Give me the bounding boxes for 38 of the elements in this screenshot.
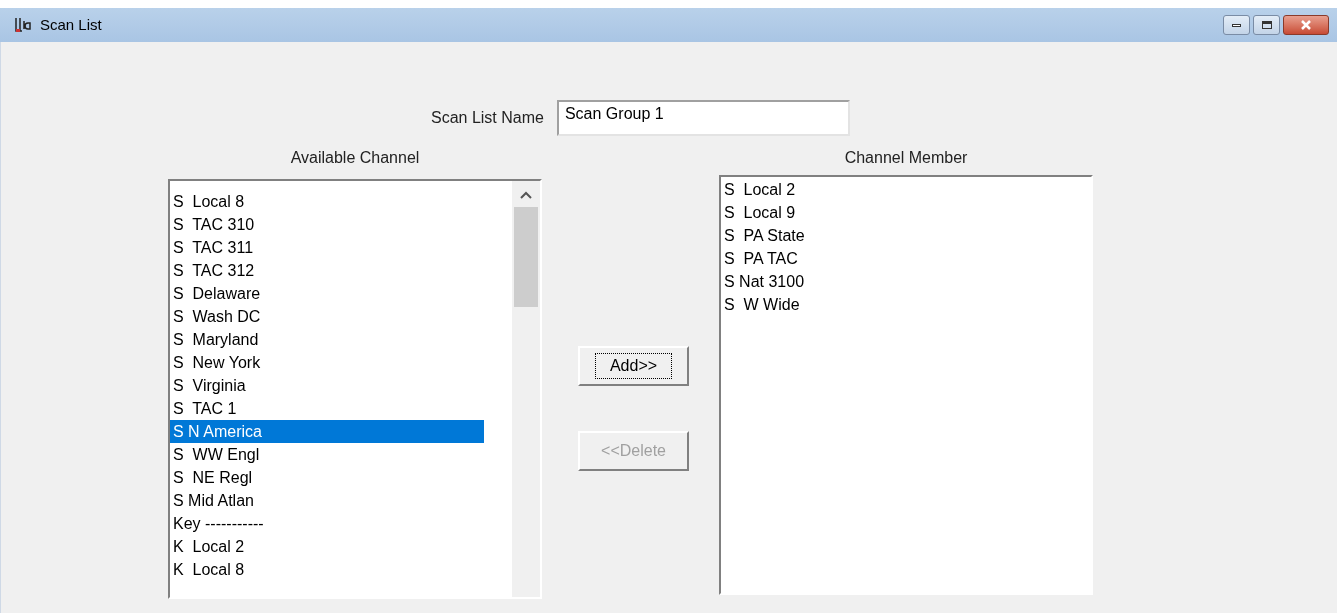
field-label: Scan List Name — [431, 108, 544, 128]
maximize-button[interactable] — [1253, 15, 1280, 35]
list-item[interactable]: S WW Engl — [170, 443, 484, 466]
list-item[interactable]: S Local 2 — [721, 178, 796, 201]
scroll-thumb[interactable] — [514, 207, 538, 307]
list-item[interactable]: S Local 8 — [170, 190, 484, 213]
list-item[interactable]: S N America — [170, 420, 484, 443]
close-icon — [1300, 20, 1312, 30]
list-item[interactable]: K Local 2 — [170, 535, 484, 558]
list-item[interactable]: S Wash DC — [170, 305, 484, 328]
minimize-button[interactable] — [1223, 15, 1250, 35]
list-item[interactable]: S Virginia — [170, 374, 484, 397]
list-item[interactable]: S Local 9 — [721, 201, 796, 224]
list-item[interactable]: S NE Regl — [170, 466, 484, 489]
list-item[interactable]: S TAC 311 — [170, 236, 484, 259]
close-button[interactable] — [1283, 15, 1329, 35]
app-icon — [14, 17, 34, 33]
window-title: Scan List — [40, 14, 102, 35]
list-item[interactable]: K Local 8 — [170, 558, 484, 581]
list-title: Channel Member — [844, 148, 968, 168]
add-button[interactable]: Add>> — [578, 346, 689, 386]
scrollbar[interactable] — [512, 181, 540, 597]
list-item[interactable]: S Delaware — [170, 282, 484, 305]
list-item[interactable]: Key ----------- — [170, 512, 484, 535]
list-item[interactable]: S PA TAC — [721, 247, 798, 270]
list-item[interactable]: S TAC 310 — [170, 213, 484, 236]
list-item[interactable]: S Mid Atlan — [170, 489, 484, 512]
name-field[interactable]: Scan Group 1 — [556, 100, 850, 136]
list-item[interactable]: S PA State — [721, 224, 805, 247]
member-list[interactable]: S Local 2 S Local 9 S PA State S PA TAC S Nat 3100 S W Wide — [719, 175, 1093, 595]
list-item[interactable]: S W Wide — [721, 293, 800, 316]
list-item[interactable]: S TAC 312 — [170, 259, 484, 282]
list-item[interactable]: S New York — [170, 351, 484, 374]
list-item[interactable]: S Nat 3100 — [721, 270, 805, 293]
available-list[interactable]: S Local 8 S TAC 310 S TAC 311 S TAC 312 S Delaware S Wash DC S Maryland S New York S Virginia S TAC 1 S N America S WW Engl S NE Regl S Mid Atlan Key ----------- K Local 2 K Local 8 — [168, 179, 542, 599]
list-item[interactable]: S Maryland — [170, 328, 484, 351]
list-item[interactable]: S TAC 1 — [170, 397, 484, 420]
list-title: Available Channel — [290, 148, 420, 168]
